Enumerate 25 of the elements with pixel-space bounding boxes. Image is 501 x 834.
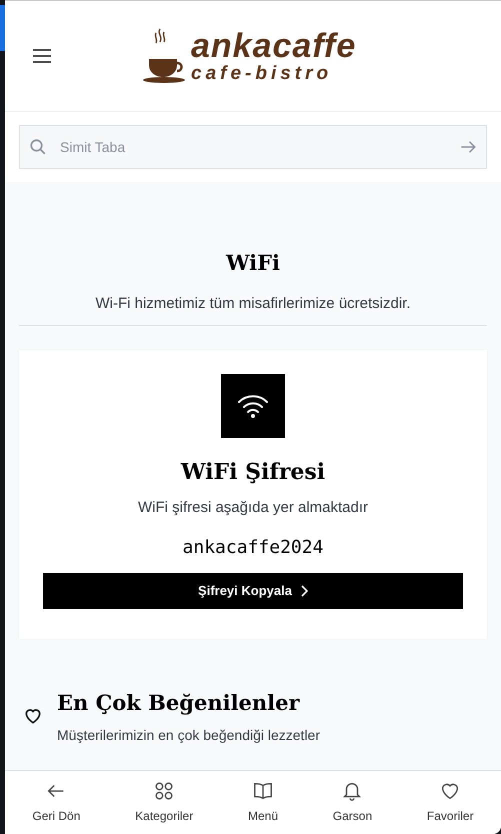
wifi-icon: [221, 374, 285, 438]
section-title: En Çok Beğenilenler: [57, 689, 301, 717]
heart-icon: [23, 706, 43, 726]
section-subtitle: Wi-Fi hizmetimiz tüm misafirlerimize ücretsizdir.: [95, 294, 411, 314]
logo-title: ankacaffe: [191, 29, 356, 63]
nav-item[interactable]: Favoriler: [426, 780, 474, 825]
section-subtitle: Müşterilerimizin en çok beğendiği lezzetler: [57, 726, 320, 745]
card-subtitle: WiFi şifresi aşağıda yer almaktadır: [138, 498, 368, 518]
book-icon: [252, 780, 274, 802]
menu-button[interactable]: [33, 48, 53, 64]
wifi-password: ankacaffe2024: [182, 536, 324, 560]
grid-icon: [153, 780, 176, 802]
chevron-right-icon: [300, 584, 308, 596]
card-title: WiFi Şifresi: [180, 458, 326, 487]
search-field[interactable]: Simit Taba: [19, 125, 487, 169]
nav-item[interactable]: Geri Dön: [32, 780, 80, 825]
bell-icon: [341, 780, 364, 802]
search-icon: [29, 138, 47, 156]
section-title: WiFi: [226, 249, 280, 277]
copy-password-button[interactable]: Şifreyi Kopyala: [43, 572, 463, 608]
menu-icon: [33, 49, 51, 63]
nav-item[interactable]: Menü: [248, 780, 278, 825]
logo-subtitle: cafe-bistro: [191, 64, 334, 83]
nav-item[interactable]: Garson: [332, 780, 372, 825]
nav-item[interactable]: Kategoriler: [135, 780, 194, 825]
